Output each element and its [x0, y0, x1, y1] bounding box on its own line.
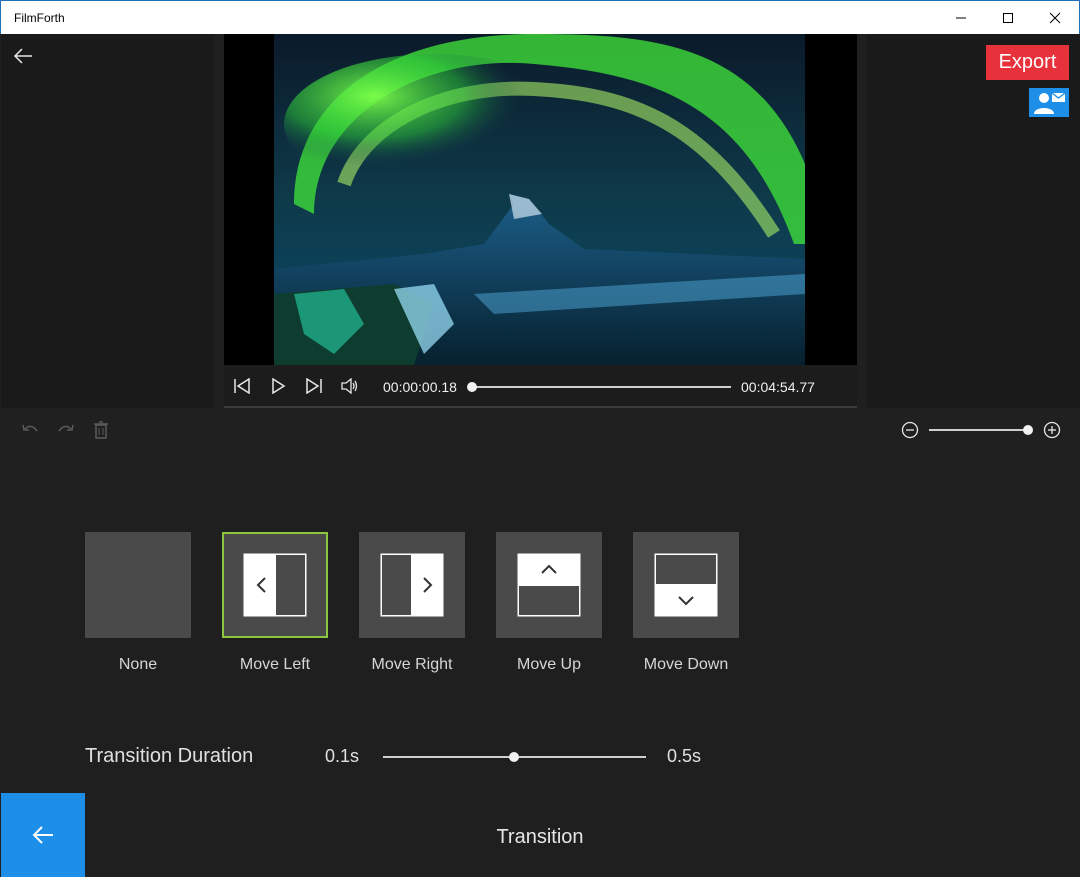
app-title: FilmForth [14, 11, 65, 25]
zoom-in-button[interactable] [1042, 420, 1062, 440]
undo-button[interactable] [20, 420, 40, 440]
panel-back-button[interactable] [1, 793, 85, 877]
transition-label: None [118, 656, 158, 673]
transition-move-up[interactable] [496, 532, 602, 638]
transition-label: Move Right [371, 656, 453, 673]
skip-back-button[interactable] [232, 376, 252, 396]
redo-icon [58, 424, 74, 432]
zoom-in-icon [1043, 421, 1061, 439]
move-right-icon [380, 553, 444, 617]
title-bar: FilmForth [0, 0, 1080, 34]
close-icon [1049, 12, 1061, 24]
zoom-out-button[interactable] [900, 420, 920, 440]
seek-thumb[interactable] [467, 382, 477, 392]
volume-button[interactable] [340, 376, 360, 396]
contact-button[interactable] [1029, 88, 1069, 117]
transition-label: Move Up [516, 656, 582, 673]
trash-icon [94, 421, 108, 439]
skip-back-icon [234, 378, 250, 394]
panel-title: Transition [496, 826, 584, 848]
minimize-button[interactable] [938, 1, 984, 35]
arrow-left-icon [32, 826, 53, 844]
minimize-icon [956, 17, 966, 19]
total-time: 00:04:54.77 [741, 379, 815, 395]
video-player: 00:00:00.18 00:04:54.77 [224, 34, 857, 408]
zoom-slider[interactable] [929, 429, 1027, 431]
export-button[interactable]: Export [986, 45, 1069, 80]
transition-move-right[interactable] [359, 532, 465, 638]
contact-mail-icon [1034, 91, 1066, 114]
skip-forward-button[interactable] [304, 376, 324, 396]
left-panel [1, 34, 214, 408]
transition-move-left[interactable] [222, 532, 328, 638]
skip-forward-icon [306, 378, 322, 394]
back-button[interactable] [11, 44, 35, 68]
play-button[interactable] [268, 376, 288, 396]
duration-label: Transition Duration [85, 745, 254, 767]
maximize-icon [1003, 13, 1013, 23]
playback-controls: 00:00:00.18 00:04:54.77 [224, 365, 857, 408]
transition-move-down[interactable] [633, 532, 739, 638]
close-button[interactable] [1032, 1, 1078, 35]
aurora-preview-image [274, 34, 805, 365]
move-down-icon [654, 553, 718, 617]
arrow-left-icon [13, 48, 32, 64]
edit-toolbar [0, 408, 1080, 454]
undo-icon [22, 424, 38, 432]
duration-max: 0.5s [667, 746, 702, 766]
duration-min: 0.1s [325, 746, 360, 766]
transition-label: Move Down [643, 656, 729, 673]
seek-bar[interactable] [471, 386, 731, 388]
video-preview[interactable] [274, 34, 805, 365]
zoom-out-icon [901, 421, 919, 439]
redo-button[interactable] [56, 420, 76, 440]
delete-button[interactable] [91, 420, 111, 440]
transition-none[interactable] [85, 532, 191, 638]
maximize-button[interactable] [985, 1, 1031, 35]
transition-label: Move Left [239, 656, 311, 673]
transition-options: None Move Left Move Right Move Up Move D [0, 532, 1080, 682]
move-left-icon [243, 553, 307, 617]
current-time: 00:00:00.18 [383, 379, 457, 395]
duration-thumb[interactable] [509, 752, 519, 762]
move-up-icon [517, 553, 581, 617]
zoom-thumb[interactable] [1023, 425, 1033, 435]
play-icon [272, 378, 286, 394]
volume-icon [341, 378, 358, 394]
